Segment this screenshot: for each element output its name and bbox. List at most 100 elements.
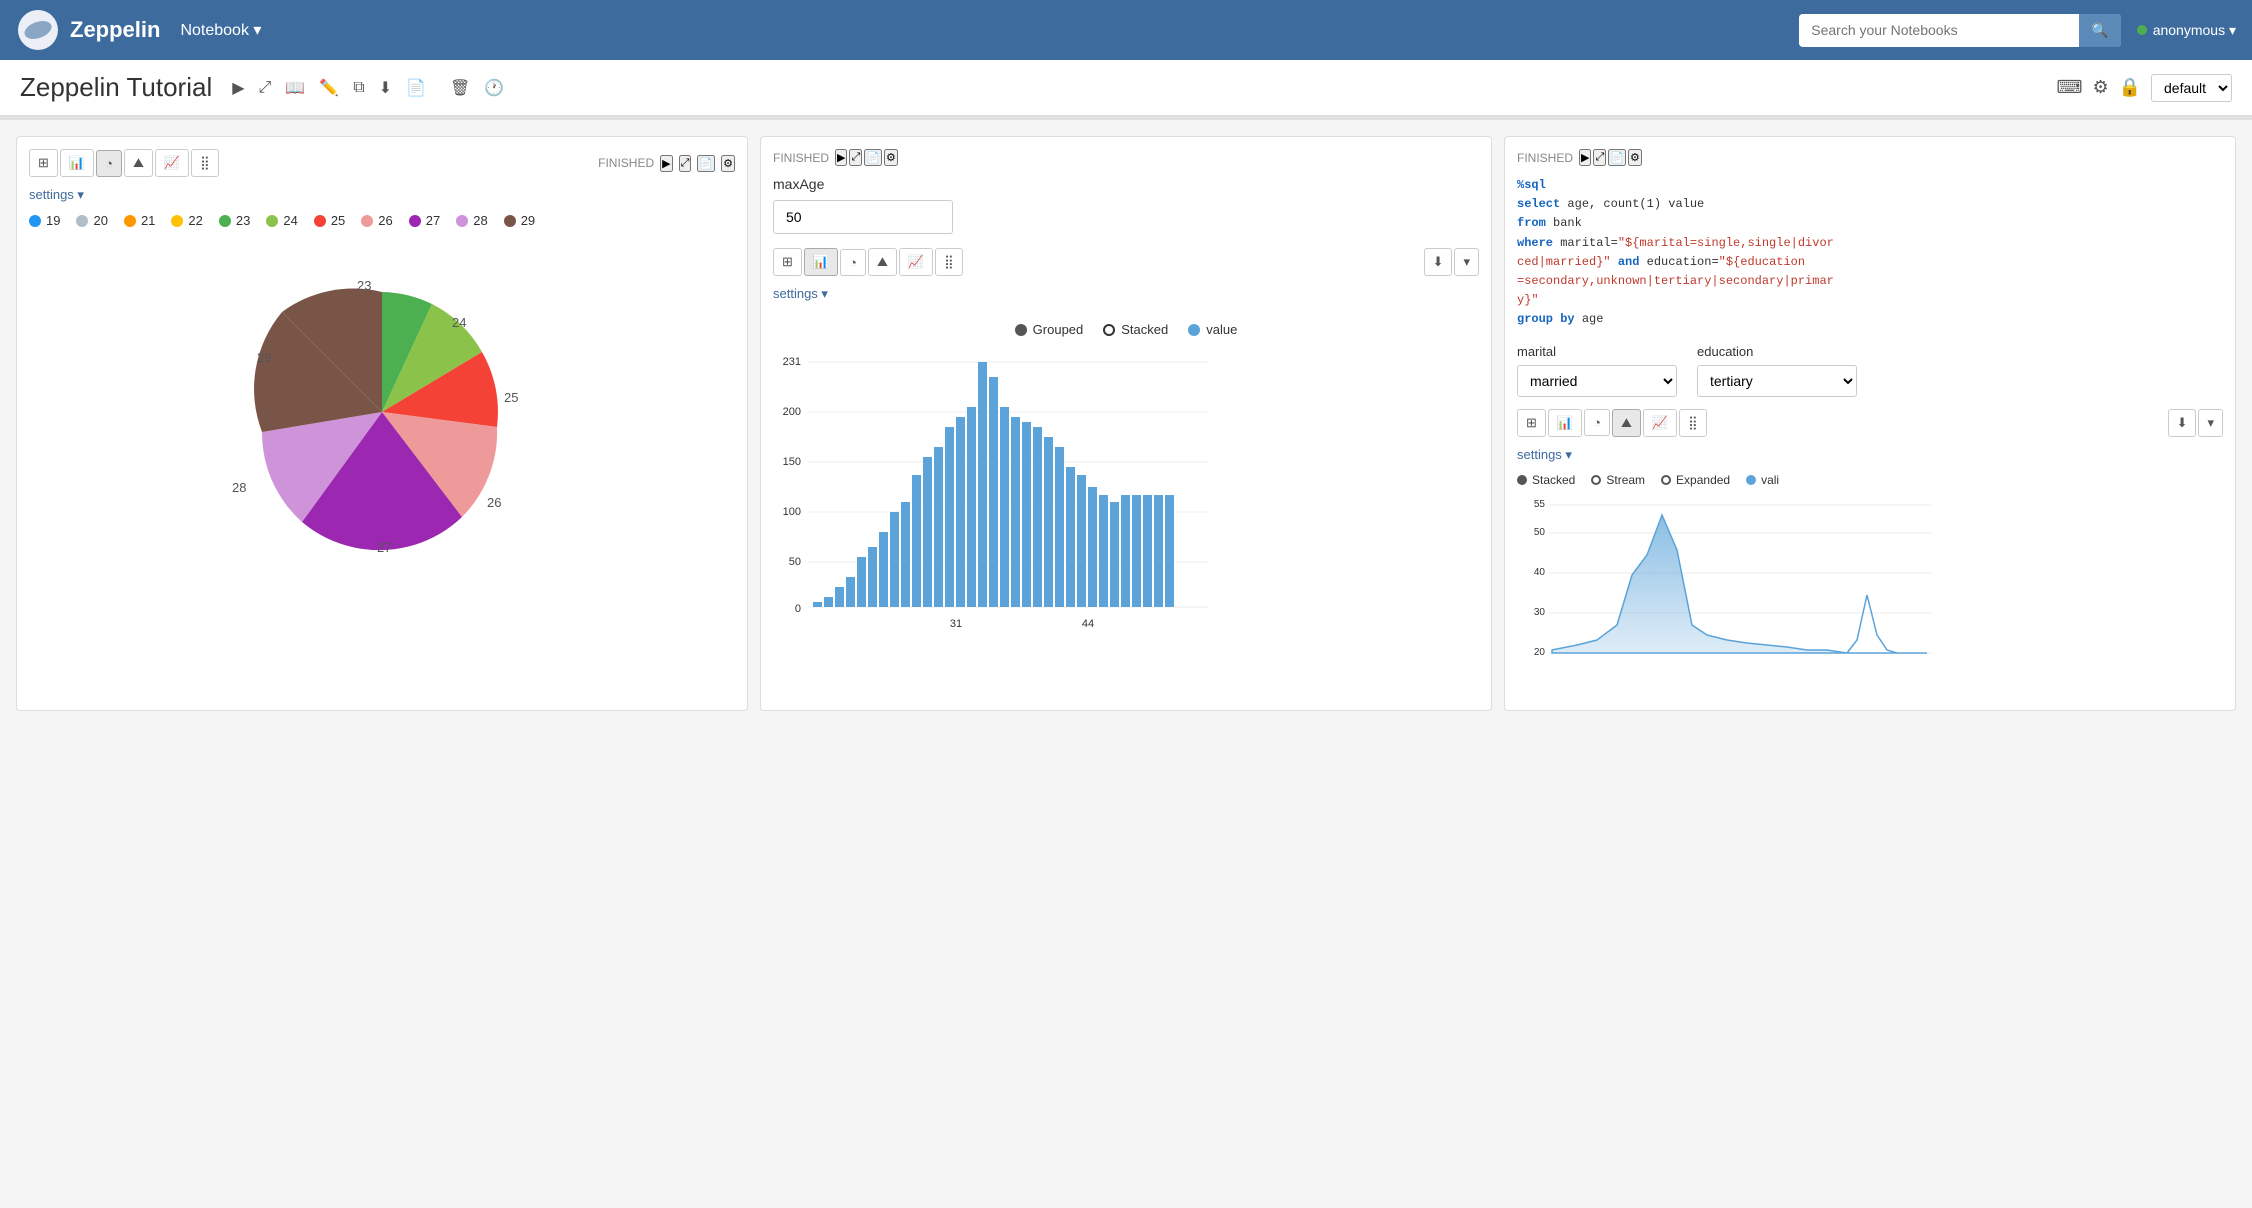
form-row: marital married single divorced educatio… bbox=[1517, 344, 2223, 397]
expanded-circle bbox=[1661, 475, 1671, 485]
panel1-status: FINISHED ▶ ⤢ 📄 ⚙ bbox=[598, 155, 735, 172]
education-select[interactable]: tertiary secondary primary unknown bbox=[1697, 365, 1857, 397]
zeppelin-logo bbox=[16, 8, 60, 52]
keyboard-icon[interactable]: ⌨ bbox=[2056, 77, 2082, 98]
maxage-input[interactable] bbox=[773, 200, 953, 234]
legend-item-22: 22 bbox=[171, 213, 202, 228]
marital-label: marital bbox=[1517, 344, 1677, 359]
p2-bar-btn[interactable]: 📊 bbox=[804, 248, 838, 276]
panel1-toolbar: ⊞ 📊 ◔ ⛰ 📈 ⣿ FINISHED ▶ ⤢ 📄 ⚙ bbox=[29, 149, 735, 177]
marital-select[interactable]: married single divorced bbox=[1517, 365, 1677, 397]
user-menu[interactable]: anonymous ▾ bbox=[2137, 22, 2236, 39]
line-view-btn[interactable]: 📈 bbox=[155, 149, 189, 177]
legend-value: value bbox=[1188, 322, 1237, 337]
panel3-settings-btn[interactable]: ⚙ bbox=[1628, 149, 1642, 166]
bar-view-btn[interactable]: 📊 bbox=[60, 149, 94, 177]
p2-more-btn[interactable]: ▾ bbox=[1454, 248, 1479, 276]
panel3-run-btn[interactable]: ▶ bbox=[1579, 149, 1591, 166]
panel2-chart-legend: Grouped Stacked value bbox=[773, 322, 1479, 337]
panel3-expand-btn[interactable]: ⤢ bbox=[1593, 149, 1606, 166]
table-view-btn[interactable]: ⊞ bbox=[29, 149, 58, 177]
search-button[interactable]: 🔍 bbox=[2079, 14, 2120, 47]
download-button[interactable]: ⬇ bbox=[375, 74, 396, 102]
p2-table-btn[interactable]: ⊞ bbox=[773, 248, 802, 276]
notebook-menu-button[interactable]: Notebook ▾ bbox=[180, 20, 261, 40]
legend-item-29: 29 bbox=[504, 213, 535, 228]
run-all-button[interactable]: ▶ bbox=[228, 74, 248, 102]
panel2-toolbar: FINISHED ▶ ⤢ 📄 ⚙ bbox=[773, 149, 1479, 166]
panel2-viz-toolbar: ⊞ 📊 ◔ ⛰ 📈 ⣿ ⬇ ▾ bbox=[773, 248, 1479, 276]
p2-pie-btn[interactable]: ◔ bbox=[840, 249, 866, 276]
pie-view-btn[interactable]: ◔ bbox=[96, 150, 122, 177]
legend-item-24: 24 bbox=[266, 213, 297, 228]
p3-line-btn[interactable]: 📈 bbox=[1643, 409, 1677, 437]
panel1-settings-link[interactable]: settings ▾ bbox=[29, 187, 735, 203]
legend-vali: vali bbox=[1746, 473, 1779, 487]
legend-dot bbox=[219, 215, 231, 227]
export-button[interactable]: 📄 bbox=[402, 74, 430, 102]
svg-text:50: 50 bbox=[1534, 527, 1546, 538]
svg-text:50: 50 bbox=[789, 556, 801, 568]
schedule-button[interactable]: 🕐 bbox=[480, 74, 508, 102]
svg-text:0: 0 bbox=[795, 603, 801, 615]
panel-code: FINISHED ▶ ⤢ 📄 ⚙ %sql select age, count(… bbox=[1504, 136, 2236, 711]
panel1-export-btn[interactable]: 📄 bbox=[697, 155, 715, 172]
svg-text:29: 29 bbox=[257, 350, 271, 365]
svg-text:26: 26 bbox=[487, 495, 501, 510]
copy-button[interactable]: ⧉ bbox=[349, 75, 368, 101]
app-header: Zeppelin Notebook ▾ 🔍 anonymous ▾ bbox=[0, 0, 2252, 60]
search-input[interactable] bbox=[1799, 14, 2079, 46]
edit-button[interactable]: ✏️ bbox=[315, 74, 343, 102]
panel2-settings-btn[interactable]: ⚙ bbox=[884, 149, 898, 166]
p3-more-btn[interactable]: ▾ bbox=[2198, 409, 2223, 437]
delete-button[interactable]: 🗑 bbox=[446, 74, 474, 102]
panel1-expand-btn[interactable]: ⤢ bbox=[679, 155, 692, 172]
lock-icon[interactable]: 🔒 bbox=[2119, 77, 2141, 98]
svg-text:30: 30 bbox=[1534, 607, 1546, 618]
legend-item-25: 25 bbox=[314, 213, 345, 228]
svg-text:28: 28 bbox=[232, 480, 246, 495]
panel2-export-btn[interactable]: 📄 bbox=[864, 149, 882, 166]
p3-pie-btn[interactable]: ◔ bbox=[1584, 409, 1610, 436]
legend-dot bbox=[266, 215, 278, 227]
svg-text:44: 44 bbox=[1082, 618, 1094, 630]
legend-item-21: 21 bbox=[124, 213, 155, 228]
legend-dot bbox=[504, 215, 516, 227]
panel2-expand-btn[interactable]: ⤢ bbox=[849, 149, 862, 166]
panel2-run-btn[interactable]: ▶ bbox=[835, 149, 847, 166]
interpreter-select[interactable]: default bbox=[2151, 74, 2232, 102]
p2-area-btn[interactable]: ⛰ bbox=[868, 248, 897, 276]
scatter-view-btn[interactable]: ⣿ bbox=[191, 149, 219, 177]
p3-download-btn[interactable]: ⬇ bbox=[2168, 409, 2197, 437]
svg-text:150: 150 bbox=[783, 456, 801, 468]
p2-scatter-btn[interactable]: ⣿ bbox=[935, 248, 963, 276]
panel3-export-btn[interactable]: 📄 bbox=[1608, 149, 1626, 166]
panel3-status-text: FINISHED bbox=[1517, 151, 1573, 165]
book-button[interactable]: 📖 bbox=[281, 74, 309, 102]
collapse-button[interactable]: ⤢ bbox=[255, 75, 276, 101]
panel2-settings-link[interactable]: settings ▾ bbox=[773, 286, 1479, 302]
panel1-settings-btn[interactable]: ⚙ bbox=[721, 155, 735, 172]
legend-dot bbox=[124, 215, 136, 227]
svg-text:31: 31 bbox=[950, 618, 962, 630]
settings-icon[interactable]: ⚙ bbox=[2092, 77, 2108, 98]
main-content: ⊞ 📊 ◔ ⛰ 📈 ⣿ FINISHED ▶ ⤢ 📄 ⚙ settings ▾ bbox=[0, 120, 2252, 727]
p3-bar-btn[interactable]: 📊 bbox=[1548, 409, 1582, 437]
p3-table-btn[interactable]: ⊞ bbox=[1517, 409, 1546, 437]
p2-download-btn[interactable]: ⬇ bbox=[1424, 248, 1453, 276]
panel1-run-btn[interactable]: ▶ bbox=[660, 155, 672, 172]
panel2-download: ⬇ ▾ bbox=[1424, 248, 1479, 276]
code-block: %sql select age, count(1) value from ban… bbox=[1517, 176, 2223, 330]
vali-dot bbox=[1746, 475, 1756, 485]
legend-item-26: 26 bbox=[361, 213, 392, 228]
panel3-settings-link[interactable]: settings ▾ bbox=[1517, 447, 2223, 463]
p3-scatter-btn[interactable]: ⣿ bbox=[1679, 409, 1707, 437]
legend-dot bbox=[456, 215, 468, 227]
p3-area-btn[interactable]: ⛰ bbox=[1612, 409, 1641, 437]
panel3-chart-legend: Stacked Stream Expanded vali bbox=[1517, 473, 2223, 487]
area-view-btn[interactable]: ⛰ bbox=[124, 149, 153, 177]
legend-item-20: 20 bbox=[76, 213, 107, 228]
p2-line-btn[interactable]: 📈 bbox=[899, 248, 933, 276]
legend-dot bbox=[29, 215, 41, 227]
panel-pie: ⊞ 📊 ◔ ⛰ 📈 ⣿ FINISHED ▶ ⤢ 📄 ⚙ settings ▾ bbox=[16, 136, 748, 711]
